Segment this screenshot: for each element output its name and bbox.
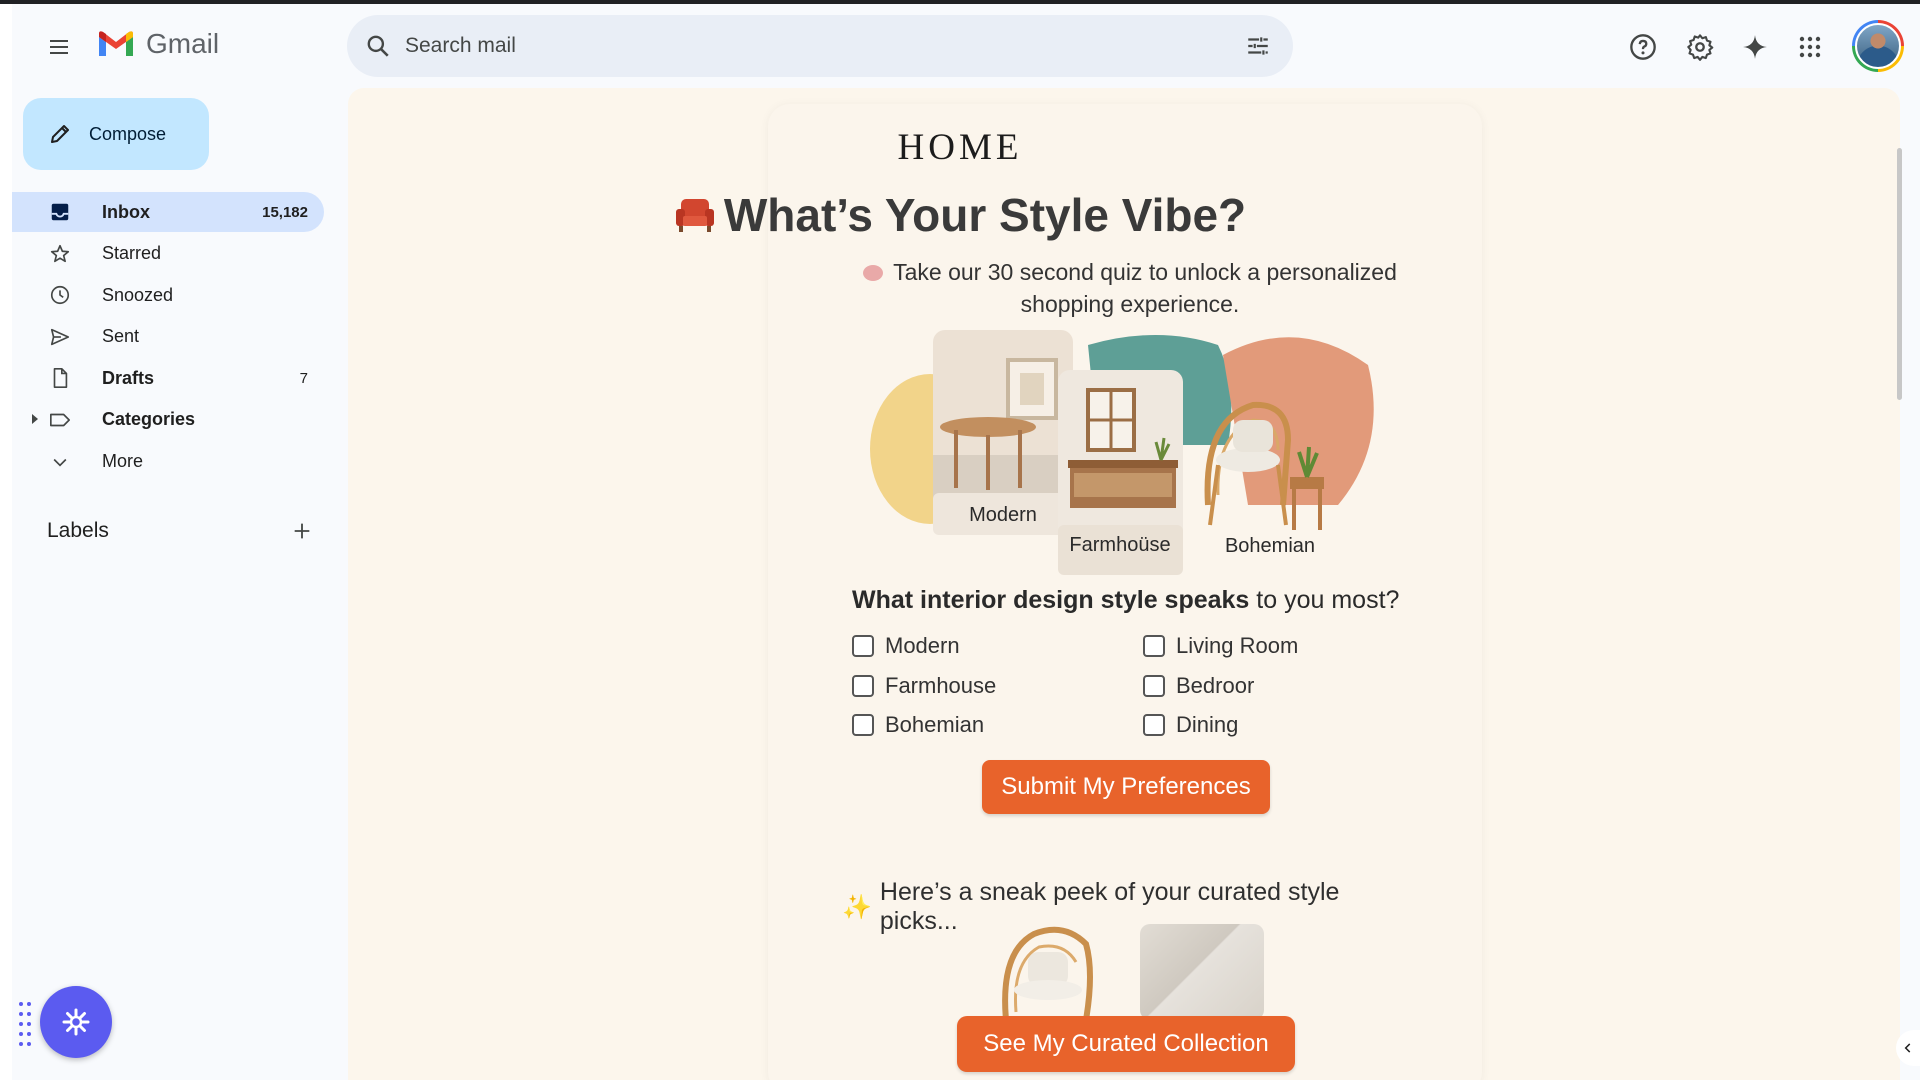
email-headline: What’s Your Style Vibe? [0, 188, 1920, 242]
sidebar-item-sent[interactable]: Sent [12, 317, 324, 357]
main-menu-icon[interactable] [42, 30, 76, 64]
gmail-logo[interactable]: Gmail [96, 28, 219, 60]
question-bold: What interior design style speaks [852, 586, 1250, 614]
checkbox[interactable] [852, 714, 874, 736]
drag-handle-icon[interactable] [18, 1000, 32, 1048]
sidebar-item-label: More [102, 451, 144, 472]
search-input[interactable] [405, 34, 1185, 58]
sneak-peek-text: ✨ Here’s a sneak peek of your curated sty… [842, 878, 1340, 935]
assistant-fab-button[interactable] [40, 986, 112, 1058]
checkbox[interactable] [1143, 635, 1165, 657]
asterisk-icon [62, 1008, 90, 1036]
checkbox[interactable] [1143, 675, 1165, 697]
labels-title: Labels [47, 519, 109, 542]
top-header: Gmail [12, 4, 1920, 88]
option-dining[interactable]: Dining [1143, 712, 1238, 738]
armchair-icon [675, 199, 714, 232]
see-collection-button[interactable]: See My Curated Collection [957, 1016, 1295, 1072]
search-icon[interactable] [363, 31, 393, 61]
account-avatar[interactable] [1852, 20, 1904, 72]
option-farmhouse[interactable]: Farmhouse [852, 673, 996, 699]
brain-icon [863, 265, 884, 281]
rug-image[interactable] [1140, 924, 1264, 1020]
help-icon[interactable] [1626, 30, 1660, 64]
checkbox[interactable] [852, 635, 874, 657]
illustration-label-bohemian: Bohemian [1225, 535, 1315, 557]
sidebar-item-more[interactable]: More [12, 442, 324, 482]
sparkle-icon: ✨ [842, 893, 872, 921]
brand-wordmark: HOME [897, 127, 1023, 168]
sidebar-item-categories[interactable]: Categories [12, 400, 324, 440]
sidebar-item-label: Sent [102, 326, 140, 347]
style-illustration: Modern Farmhoüse Bohemian [870, 330, 1374, 575]
apps-grid-icon[interactable] [1793, 30, 1827, 64]
option-bedroom[interactable]: Bedroor [1143, 673, 1254, 699]
expand-arrow-icon[interactable] [32, 413, 38, 424]
settings-icon[interactable] [1683, 30, 1717, 64]
gemini-sparkle-icon[interactable] [1738, 30, 1772, 64]
app-name: Gmail [146, 28, 220, 59]
question-rest: to you most? [1256, 586, 1400, 614]
sidebar-item-snoozed[interactable]: Snoozed [12, 275, 324, 315]
drafts-count: 7 [299, 369, 308, 387]
sidebar-item-drafts[interactable]: Drafts 7 [12, 358, 324, 398]
gmail-m-icon [99, 31, 133, 56]
label-icon [48, 408, 72, 432]
illustration-label-modern: Modern [969, 504, 1037, 526]
send-icon [48, 325, 72, 349]
illustration-label-farmhouse: Farmhoüse [1069, 534, 1170, 556]
sidebar-item-label: Drafts [102, 367, 155, 388]
search-bar[interactable] [347, 15, 1293, 77]
subline-text: Take our 30 second quiz to unlock a pers… [893, 259, 1397, 317]
add-label-icon[interactable] [287, 516, 317, 546]
vertical-scrollbar[interactable] [1897, 148, 1902, 400]
sidebar-item-label: Starred [102, 243, 162, 264]
checkbox[interactable] [852, 675, 874, 697]
chevron-down-icon [48, 450, 72, 474]
checkbox[interactable] [1143, 714, 1165, 736]
option-modern[interactable]: Modern [852, 633, 960, 659]
sidebar-item-label: Categories [102, 409, 196, 430]
quiz-question: What interior design style speaks to you… [852, 586, 1412, 615]
draft-icon [48, 366, 72, 390]
option-living-room[interactable]: Living Room [1143, 633, 1298, 659]
headline-text: What’s Your Style Vibe? [723, 189, 1247, 241]
avatar-photo [1855, 23, 1901, 69]
star-icon [48, 242, 72, 266]
submit-preferences-button[interactable]: Submit My Preferences [982, 760, 1270, 814]
email-subline: Take our 30 second quiz to unlock a pers… [850, 256, 1410, 320]
search-options-icon[interactable] [1243, 31, 1273, 61]
option-bohemian[interactable]: Bohemian [852, 712, 984, 738]
sidebar-item-label: Snoozed [102, 284, 174, 305]
labels-section-header: Labels [47, 516, 317, 546]
clock-icon [48, 283, 72, 307]
rattan-chair-image[interactable] [994, 922, 1098, 1020]
